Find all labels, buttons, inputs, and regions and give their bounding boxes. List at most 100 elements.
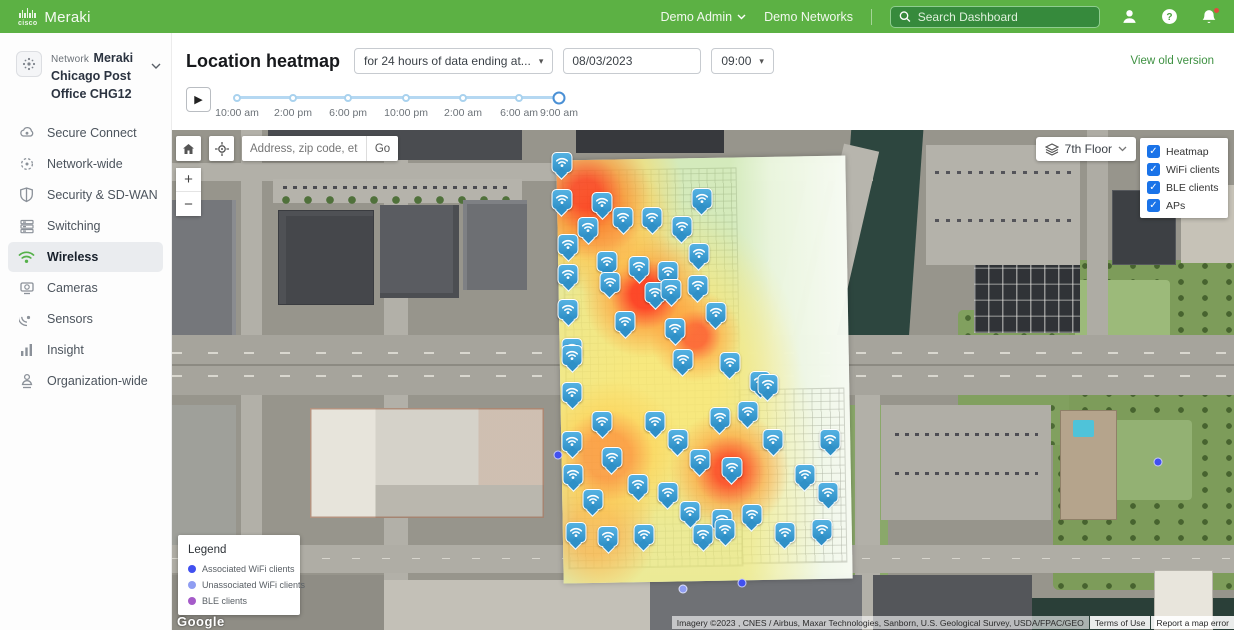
ap-marker[interactable]	[613, 207, 634, 228]
sidebar-item-wireless[interactable]: Wireless	[8, 242, 163, 272]
ap-marker[interactable]	[665, 318, 686, 339]
admin-menu[interactable]: Demo Admin	[661, 10, 747, 24]
layer-toggle-heatmap[interactable]: ✓Heatmap	[1147, 145, 1221, 158]
ap-marker[interactable]	[601, 447, 622, 468]
ap-marker[interactable]	[565, 522, 586, 543]
checkbox-icon[interactable]: ✓	[1147, 199, 1160, 212]
layer-toggle-ble-clients[interactable]: ✓BLE clients	[1147, 181, 1221, 194]
sidebar-item-security-sd-wan[interactable]: Security & SD-WAN	[8, 180, 163, 210]
sidebar-item-sensors[interactable]: Sensors	[8, 304, 163, 334]
ap-marker[interactable]	[558, 299, 579, 320]
ap-marker[interactable]	[563, 464, 584, 485]
ap-marker[interactable]	[680, 501, 701, 522]
ap-marker[interactable]	[774, 522, 795, 543]
ap-marker[interactable]	[820, 429, 841, 450]
ap-marker[interactable]	[688, 243, 709, 264]
dashboard-search[interactable]	[890, 6, 1100, 28]
ap-marker[interactable]	[811, 519, 832, 540]
ap-marker[interactable]	[687, 275, 708, 296]
ap-marker[interactable]	[818, 482, 839, 503]
timeline-tick[interactable]	[459, 94, 467, 102]
timeline-handle[interactable]	[553, 91, 566, 104]
ap-marker[interactable]	[763, 429, 784, 450]
location-heatmap-map[interactable]: Go + − 7th Floor ✓Heatmap ✓WiFi clients ✓B…	[172, 130, 1234, 630]
go-button[interactable]: Go	[366, 136, 398, 161]
ap-marker[interactable]	[562, 382, 583, 403]
ap-marker[interactable]	[721, 457, 742, 478]
layer-toggle-wifi-clients[interactable]: ✓WiFi clients	[1147, 163, 1221, 176]
meraki-brand[interactable]: cisco Meraki	[18, 8, 91, 26]
ap-marker[interactable]	[558, 264, 579, 285]
ap-marker[interactable]	[657, 482, 678, 503]
zoom-out-button[interactable]: −	[176, 192, 201, 216]
layer-toggle-aps[interactable]: ✓APs	[1147, 199, 1221, 212]
sidebar-item-secure-connect[interactable]: Secure Connect	[8, 118, 163, 148]
associated-client-dot[interactable]	[738, 579, 747, 588]
ap-marker[interactable]	[551, 189, 572, 210]
floor-select[interactable]: 7th Floor	[1036, 137, 1136, 161]
search-input[interactable]	[918, 10, 1091, 24]
notifications-button[interactable]	[1198, 6, 1220, 28]
ap-marker[interactable]	[592, 192, 613, 213]
terms-of-use-link[interactable]: Terms of Use	[1090, 616, 1151, 629]
map-locate-button[interactable]	[209, 136, 234, 161]
sidebar-item-network-wide[interactable]: Network-wide	[8, 149, 163, 179]
ap-marker[interactable]	[691, 188, 712, 209]
sidebar-item-cameras[interactable]: Cameras	[8, 273, 163, 303]
ap-marker[interactable]	[757, 374, 778, 395]
view-old-version-link[interactable]: View old version	[1130, 55, 1214, 67]
ap-marker[interactable]	[558, 234, 579, 255]
ap-marker[interactable]	[629, 256, 650, 277]
ap-marker[interactable]	[582, 489, 603, 510]
address-search-input[interactable]	[242, 136, 366, 161]
ap-marker[interactable]	[562, 345, 583, 366]
ap-marker[interactable]	[709, 407, 730, 428]
timeline-tick[interactable]	[344, 94, 352, 102]
ap-marker[interactable]	[737, 401, 758, 422]
timeline-tick[interactable]	[289, 94, 297, 102]
ap-marker[interactable]	[551, 152, 572, 173]
ap-marker[interactable]	[661, 279, 682, 300]
account-button[interactable]	[1118, 6, 1140, 28]
ap-marker[interactable]	[598, 526, 619, 547]
ap-marker[interactable]	[628, 474, 649, 495]
ap-marker[interactable]	[794, 464, 815, 485]
ap-marker[interactable]	[705, 302, 726, 323]
associated-client-dot[interactable]	[553, 451, 562, 460]
help-button[interactable]: ?	[1158, 6, 1180, 28]
checkbox-icon[interactable]: ✓	[1147, 181, 1160, 194]
sidebar-item-organization-wide[interactable]: Organization-wide	[8, 366, 163, 396]
network-selector[interactable]: Network Meraki Chicago Post Office CHG12	[0, 49, 171, 117]
timeline-track[interactable]: 10:00 am2:00 pm6:00 pm10:00 pm2:00 am6:0…	[237, 87, 559, 127]
networks-menu[interactable]: Demo Networks	[764, 10, 853, 24]
ap-marker[interactable]	[592, 411, 613, 432]
ap-marker[interactable]	[645, 411, 666, 432]
ap-marker[interactable]	[633, 524, 654, 545]
play-button[interactable]: ▶	[186, 87, 211, 112]
sidebar-item-switching[interactable]: Switching	[8, 211, 163, 241]
ap-marker[interactable]	[642, 207, 663, 228]
ap-marker[interactable]	[597, 251, 618, 272]
ap-marker[interactable]	[599, 272, 620, 293]
range-select[interactable]: for 24 hours of data ending at...▾	[354, 48, 553, 74]
ap-marker[interactable]	[615, 311, 636, 332]
ap-marker[interactable]	[741, 504, 762, 525]
map-home-button[interactable]	[176, 136, 201, 161]
ap-marker[interactable]	[562, 431, 583, 452]
report-map-error-link[interactable]: Report a map error	[1151, 616, 1234, 629]
ap-marker[interactable]	[667, 429, 688, 450]
timeline-tick[interactable]	[515, 94, 523, 102]
unassociated-client-dot[interactable]	[678, 585, 687, 594]
timeline-tick[interactable]	[402, 94, 410, 102]
ap-marker[interactable]	[672, 349, 693, 370]
date-field[interactable]	[563, 48, 701, 74]
timeline-tick[interactable]	[233, 94, 241, 102]
ap-marker[interactable]	[578, 217, 599, 238]
ap-marker[interactable]	[689, 449, 710, 470]
associated-client-dot[interactable]	[1153, 458, 1162, 467]
ap-marker[interactable]	[693, 524, 714, 545]
checkbox-icon[interactable]: ✓	[1147, 145, 1160, 158]
ap-marker[interactable]	[715, 519, 736, 540]
zoom-in-button[interactable]: +	[176, 168, 201, 192]
ap-marker[interactable]	[719, 352, 740, 373]
